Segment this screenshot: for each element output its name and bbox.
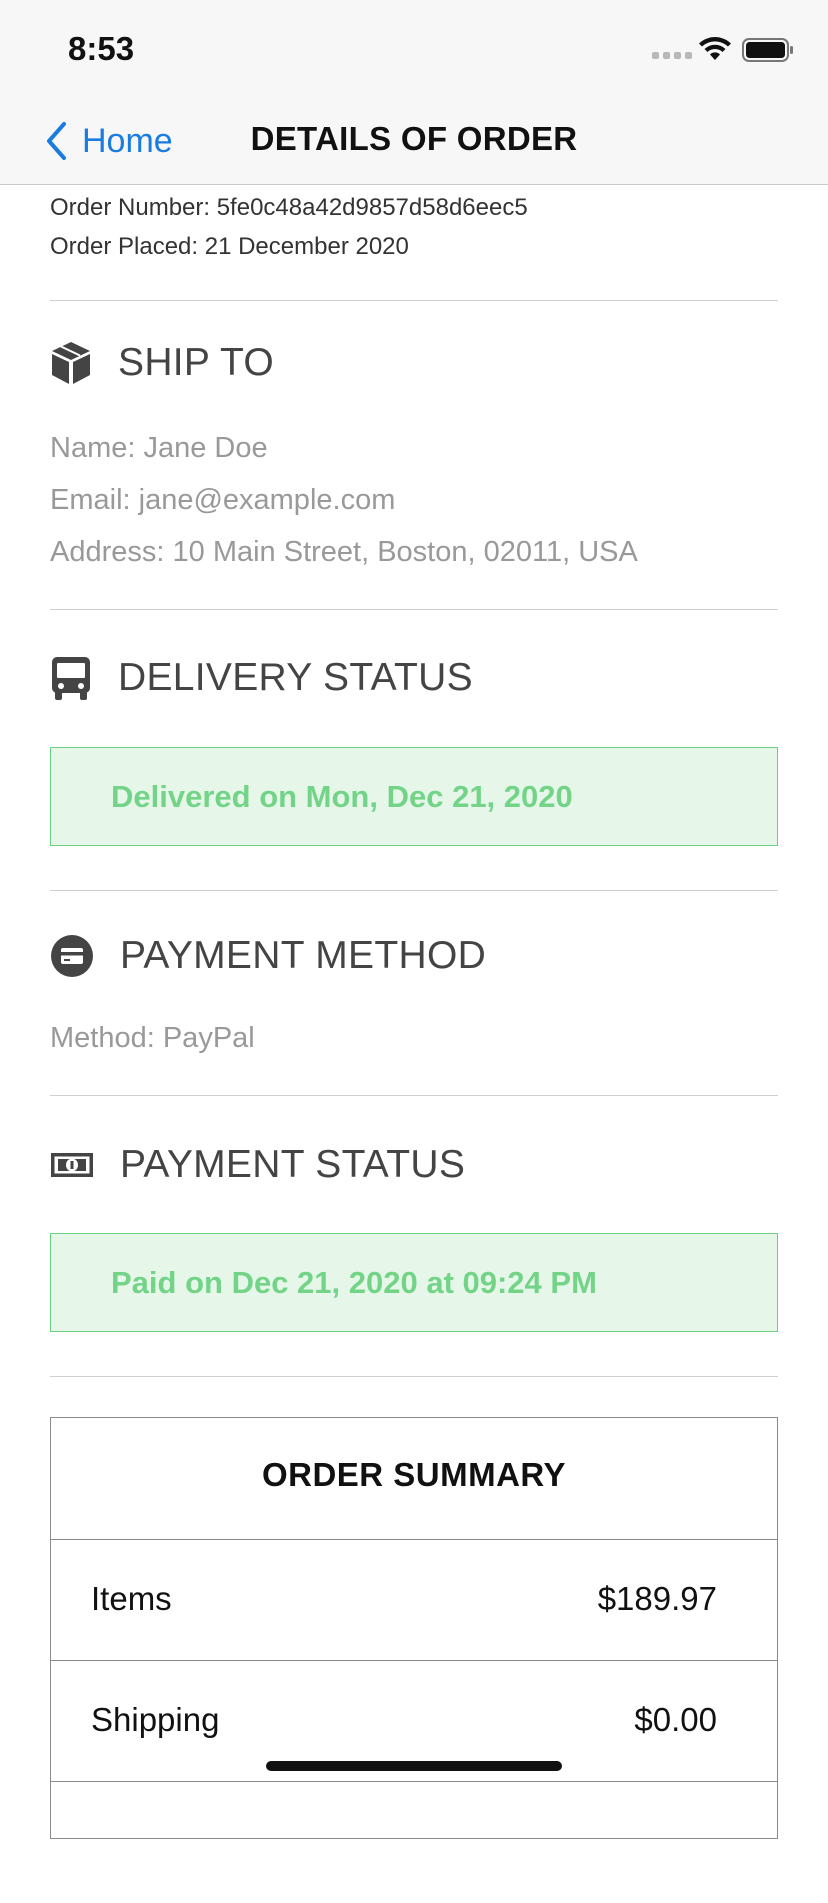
delivery-status-header: DELIVERY STATUS (50, 655, 473, 701)
order-summary-title: ORDER SUMMARY (261, 1456, 567, 1493)
credit-card-icon (51, 935, 93, 977)
ship-to-name: Name: Jane Doe (50, 432, 268, 464)
payment-status-title: PAYMENT STATUS (120, 1143, 466, 1186)
wifi-icon (699, 37, 731, 60)
home-indicator[interactable] (266, 1761, 562, 1771)
payment-status-header: PAYMENT STATUS (50, 1143, 465, 1187)
summary-row-items: Items $189.97 (51, 1539, 777, 1661)
divider (50, 1095, 778, 1096)
status-time: 8:53 (68, 30, 135, 67)
divider (50, 1376, 778, 1377)
summary-row-value: $0.00 (634, 1701, 717, 1738)
payment-status-badge: Paid on Dec 21, 2020 at 09:24 PM (50, 1233, 778, 1332)
summary-row-label: Shipping (91, 1701, 220, 1738)
ship-to-header: SHIP TO (50, 340, 274, 386)
battery-icon (742, 38, 793, 62)
page-title: DETAILS OF ORDER (250, 120, 578, 157)
ship-to-address: Address: 10 Main Street, Boston, 02011, … (50, 536, 638, 568)
ship-to-title: SHIP TO (118, 341, 275, 384)
divider (50, 609, 778, 610)
summary-row-value: $189.97 (597, 1580, 717, 1617)
payment-status-text: Paid on Dec 21, 2020 at 09:24 PM (111, 1265, 597, 1300)
delivery-status-badge: Delivered on Mon, Dec 21, 2020 (50, 747, 778, 846)
summary-row-label: Items (91, 1580, 172, 1617)
bus-icon (52, 657, 90, 700)
divider (50, 890, 778, 891)
delivery-status-text: Delivered on Mon, Dec 21, 2020 (111, 779, 573, 814)
payment-method-title: PAYMENT METHOD (120, 934, 487, 977)
delivery-status-title: DELIVERY STATUS (118, 656, 473, 699)
cellular-signal-icon (652, 52, 692, 59)
order-placed-date: Order Placed: 21 December 2020 (50, 233, 409, 260)
navigation-bar: 8:53 Home DETAILS OF ORDER (0, 0, 828, 185)
divider (50, 300, 778, 301)
summary-row-next (51, 1781, 777, 1903)
order-number: Order Number: 5fe0c48a42d9857d58d6eec5 (50, 194, 528, 221)
package-icon (52, 342, 90, 384)
payment-method-value: Method: PayPal (50, 1022, 255, 1054)
money-bill-icon (51, 1153, 93, 1177)
ship-to-email: Email: jane@example.com (50, 484, 396, 516)
payment-method-header: PAYMENT METHOD (50, 934, 486, 978)
order-summary-table: ORDER SUMMARY Items $189.97 Shipping $0.… (50, 1417, 778, 1839)
